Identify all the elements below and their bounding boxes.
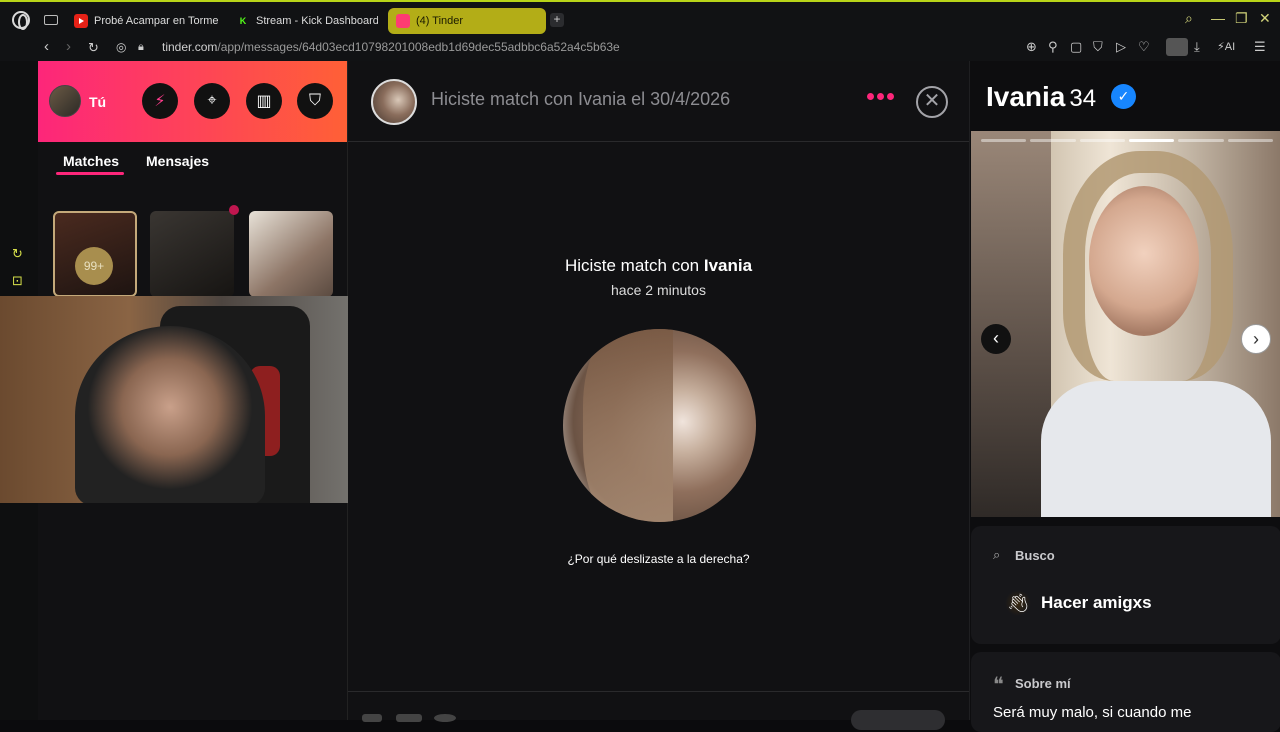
explore-icon[interactable]: ⌖ — [194, 83, 230, 119]
pin-icon[interactable]: ⚲ — [1048, 39, 1058, 55]
download-icon[interactable]: ⤓ — [1194, 39, 1200, 55]
close-window-button[interactable]: ✕ — [1259, 10, 1271, 27]
emoji-icon[interactable] — [434, 714, 456, 722]
url-field[interactable]: tinder.com/app/messages/64d03ecd10798201… — [162, 40, 620, 54]
match-heading: Hiciste match con Ivania — [348, 256, 969, 276]
match-card[interactable] — [249, 211, 333, 297]
message-composer — [348, 691, 969, 730]
why-swipe-link[interactable]: ¿Por qué deslizaste a la derecha? — [348, 552, 969, 566]
chat-panel: Hiciste match con Ivania el 30/4/2026 ✕ … — [348, 61, 969, 730]
about-text: Será muy malo, si cuando me — [993, 704, 1192, 721]
workspaces-icon[interactable] — [44, 15, 58, 25]
busco-value: Hacer amigxs — [1041, 593, 1152, 612]
profile-age: 34 — [1069, 85, 1097, 112]
browser-titlebar: Probé Acampar en Tormenta K Stream - Kic… — [0, 0, 1280, 35]
me-label[interactable]: Tú — [89, 94, 106, 110]
verified-badge-icon: ✓ — [1111, 84, 1136, 109]
streamer — [75, 326, 265, 503]
matches-tabs: Matches Mensajes — [38, 142, 348, 192]
back-icon[interactable]: ‹ — [44, 38, 49, 55]
next-photo-button[interactable]: › — [1241, 324, 1271, 354]
boost-icon[interactable]: ⚡︎ — [142, 83, 178, 119]
busco-card: ⌕ Busco 👋︎ Hacer amigxs — [971, 526, 1280, 644]
photo-progress-segment — [981, 139, 1027, 142]
photo-progress-segment — [1030, 139, 1076, 142]
profile-photo[interactable]: ‹ › — [971, 131, 1280, 517]
history-icon[interactable]: ↻ — [12, 246, 23, 262]
match-photo[interactable] — [563, 329, 756, 522]
ai-label: AI — [1224, 41, 1236, 53]
photo-progress-segment — [1227, 139, 1273, 142]
heart-icon[interactable]: ♡ — [1138, 39, 1150, 55]
search-icon: ⌕ — [993, 547, 1001, 562]
profile-header: Tú ⚡︎ ⌖ ▥ ⛉ — [38, 61, 347, 142]
prev-photo-button[interactable]: ‹ — [981, 324, 1011, 354]
avatar[interactable] — [49, 85, 81, 117]
photo-progress — [981, 139, 1273, 142]
youtube-icon — [74, 14, 88, 28]
chat-title: Hiciste match con Ivania el 30/4/2026 — [431, 89, 731, 109]
match-card[interactable] — [150, 211, 234, 297]
chat-avatar[interactable] — [371, 79, 417, 125]
tab-label: (4) Tinder — [416, 15, 464, 27]
restore-button[interactable]: ❐ — [1235, 10, 1248, 27]
tab-underline — [56, 172, 124, 175]
chat-header: Hiciste match con Ivania el 30/4/2026 ✕ — [348, 61, 969, 142]
minimize-button[interactable]: — — [1211, 10, 1225, 26]
tab-label: Stream - Kick Dashboard — [256, 15, 378, 27]
url-host: tinder.com — [162, 40, 218, 54]
shield-icon[interactable]: ⛉ — [1093, 39, 1103, 55]
match-time: hace 2 minutos — [611, 282, 706, 298]
tab-matches[interactable]: Matches — [63, 153, 119, 169]
menu-icon[interactable]: ☰ — [1254, 39, 1266, 55]
photo-progress-segment — [1079, 139, 1125, 142]
tab-label: Probé Acampar en Tormenta — [94, 15, 218, 27]
location-icon[interactable]: ◎ — [116, 40, 126, 54]
webcam-overlay — [0, 296, 369, 503]
profile-avatar[interactable] — [1166, 38, 1188, 56]
tinder-icon — [396, 14, 410, 28]
gif-icon[interactable] — [362, 714, 382, 722]
url-path: /app/messages/64d03ecd10798201008edb1d69… — [217, 40, 620, 54]
quote-icon: ❝ — [993, 672, 1004, 696]
about-label: Sobre mí — [1015, 676, 1071, 691]
sticker-icon[interactable] — [396, 714, 422, 722]
robot-icon[interactable]: ⊡ — [12, 273, 23, 289]
snapshot-icon[interactable]: ▢ — [1070, 39, 1082, 55]
search-icon[interactable]: ⌕ — [1185, 10, 1193, 27]
ai-button[interactable]: ⚡︎AI — [1217, 40, 1235, 53]
likes-count-badge: 99+ — [75, 247, 113, 285]
photo-progress-segment — [1178, 139, 1224, 142]
photo-progress-segment — [1128, 139, 1175, 142]
wave-icon: 👋︎ — [1005, 590, 1031, 616]
about-card: ❝ Sobre mí Será muy malo, si cuando me — [971, 652, 1280, 732]
forward-icon[interactable]: › — [66, 38, 71, 55]
lock-icon[interactable]: 🔒︎ — [138, 41, 144, 54]
match-name: Ivania — [703, 256, 753, 275]
profile-name-line: Ivania 34 — [986, 81, 1096, 113]
kick-icon: K — [239, 16, 247, 26]
zoom-icon[interactable]: ⊕ — [1026, 39, 1037, 55]
send-button[interactable] — [851, 710, 945, 730]
tab-youtube[interactable]: Probé Acampar en Tormenta — [66, 8, 218, 34]
close-chat-button[interactable]: ✕ — [916, 86, 948, 118]
tab-kick[interactable]: K Stream - Kick Dashboard — [228, 8, 378, 34]
opera-logo-icon[interactable] — [12, 11, 30, 30]
address-bar: ‹ › ↻ ◎ 🔒︎ tinder.com/app/messages/64d03… — [0, 35, 1280, 61]
play-icon[interactable]: ▷ — [1116, 39, 1126, 55]
new-match-dot — [229, 205, 239, 215]
briefcase-icon[interactable]: ▥ — [246, 83, 282, 119]
busco-label: Busco — [1015, 548, 1055, 563]
new-tab-button[interactable]: + — [550, 13, 564, 27]
match-prefix: Hiciste match con — [564, 256, 704, 275]
reload-icon[interactable]: ↻ — [88, 40, 99, 56]
tab-tinder[interactable]: (4) Tinder — [388, 8, 546, 34]
more-options-button[interactable] — [867, 93, 894, 100]
tab-mensajes[interactable]: Mensajes — [146, 153, 209, 169]
shield-icon[interactable]: ⛉ — [297, 83, 333, 119]
likes-card[interactable]: 99+ — [53, 211, 137, 297]
profile-panel: Ivania 34 ✓ ‹ › ⌕ Busco 👋︎ Hacer amigxs ❝… — [969, 61, 1280, 732]
profile-name: Ivania — [986, 81, 1066, 112]
